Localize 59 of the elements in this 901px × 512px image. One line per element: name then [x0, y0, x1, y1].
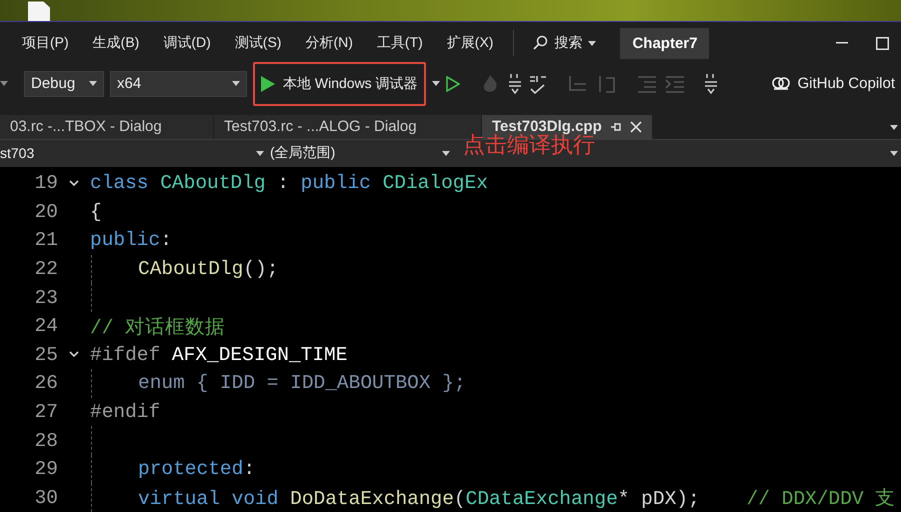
line-number: 19	[34, 172, 58, 194]
indent-guide	[91, 369, 92, 398]
document-tab[interactable]: 03.rc -...TBOX - Dialog	[0, 114, 214, 139]
line-number: 29	[34, 458, 58, 480]
step-icon[interactable]	[704, 72, 718, 95]
line-number: 28	[34, 430, 58, 452]
search-icon	[532, 35, 548, 51]
dropdown-caret-icon	[232, 81, 240, 86]
code-line: {	[90, 200, 102, 223]
maximize-icon[interactable]	[876, 36, 889, 50]
line-number: 24	[34, 315, 58, 338]
line-number: 27	[34, 400, 58, 423]
copilot-button[interactable]: GitHub Copilot	[765, 74, 901, 94]
solution-name: Chapter7	[620, 28, 710, 58]
step-icon[interactable]	[508, 72, 522, 95]
menu-item[interactable]: 项目(P)	[0, 34, 81, 52]
code-line: CAboutDlg();	[137, 258, 278, 280]
code-line: #ifdef AFX_DESIGN_TIME	[90, 344, 348, 366]
dropdown-caret-icon	[442, 150, 450, 156]
platform-dropdown[interactable]: x64	[110, 70, 247, 97]
menu-item[interactable]: 调试(D)	[151, 34, 223, 52]
dropdown-caret-icon	[256, 150, 264, 156]
file-icon	[28, 1, 50, 22]
configuration-dropdown[interactable]: Debug	[24, 70, 104, 97]
code-line: // 对话框数据	[90, 316, 226, 340]
code-line: class CAboutDlg : public CDialogEx	[90, 172, 488, 194]
line-number: 21	[34, 229, 58, 252]
line-number: 22	[34, 258, 58, 280]
menu-item[interactable]: 工具(T)	[364, 34, 435, 52]
pin-icon[interactable]	[610, 120, 622, 133]
minimize-icon[interactable]	[836, 42, 848, 44]
play-icon	[261, 76, 275, 92]
collapse-icon[interactable]	[69, 351, 79, 358]
code-line: #endif	[90, 400, 160, 423]
line-number: 26	[34, 372, 58, 394]
dropdown-caret-icon	[432, 81, 440, 86]
search-button[interactable]: 搜索	[522, 34, 606, 52]
menu-item[interactable]: 分析(N)	[293, 34, 365, 52]
copilot-icon	[771, 74, 792, 93]
close-icon[interactable]	[630, 120, 642, 133]
menu-item[interactable]: 测试(S)	[222, 34, 294, 52]
line-number: 25	[34, 344, 58, 366]
menu-item[interactable]: 生成(B)	[80, 34, 152, 52]
collapse-icon[interactable]	[69, 180, 79, 187]
play-outline-icon[interactable]	[446, 76, 460, 92]
line-number: 23	[34, 286, 58, 309]
dropdown-caret-icon[interactable]	[890, 124, 898, 130]
code-line: protected:	[137, 458, 256, 480]
line-number: 20	[34, 200, 58, 223]
menu-item[interactable]: 扩展(X)	[434, 34, 506, 52]
run-debugger-button[interactable]: 本地 Windows 调试器	[253, 62, 426, 106]
line-number: 30	[34, 486, 58, 509]
code-line: public:	[90, 229, 172, 252]
dropdown-caret-icon	[588, 40, 596, 46]
dropdown-caret-icon	[890, 150, 898, 156]
dropdown-caret-icon	[89, 81, 97, 86]
code-line: virtual void DoDataExchange(CDataExchange* pDX); // DDX/DDV 支	[137, 487, 896, 512]
caret-icon[interactable]	[0, 81, 8, 86]
code-line: enum { IDD = IDD_ABOUTBOX };	[137, 372, 466, 394]
